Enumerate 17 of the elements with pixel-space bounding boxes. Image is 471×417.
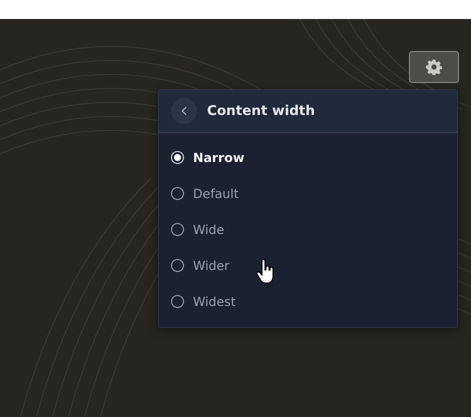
option-label: Narrow — [193, 150, 244, 164]
settings-button[interactable] — [409, 51, 459, 83]
width-option[interactable]: Default — [159, 175, 457, 211]
radio-button[interactable] — [171, 222, 184, 236]
option-label: Wide — [193, 222, 224, 236]
back-button[interactable] — [171, 98, 197, 124]
option-label: Default — [193, 186, 239, 200]
option-label: Wider — [193, 258, 230, 272]
width-option[interactable]: Wide — [159, 211, 457, 247]
radio-button[interactable] — [171, 294, 184, 308]
radio-button[interactable] — [171, 186, 184, 200]
radio-button[interactable] — [171, 258, 184, 272]
hand-cursor-icon — [256, 259, 276, 285]
panel-title: Content width — [207, 103, 315, 119]
option-label: Widest — [193, 294, 236, 308]
width-option[interactable]: Narrow — [159, 139, 457, 175]
settings-icon — [426, 59, 442, 75]
